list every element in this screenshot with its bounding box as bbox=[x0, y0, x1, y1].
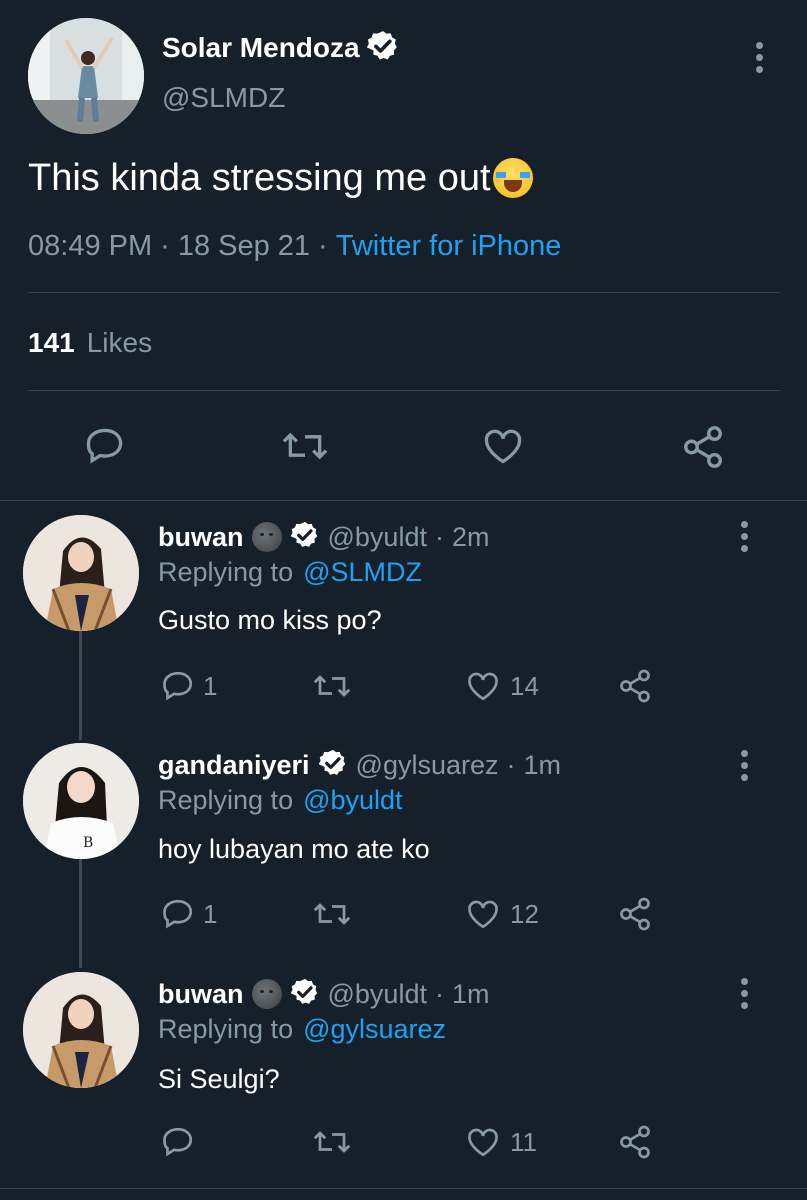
verified-badge-icon bbox=[366, 29, 400, 68]
replying-to: Replying to @gylsuarez bbox=[158, 1014, 446, 1045]
replying-to-link[interactable]: @gylsuarez bbox=[303, 1014, 446, 1045]
divider bbox=[28, 292, 780, 293]
share-icon[interactable] bbox=[617, 896, 653, 932]
meta-separator: · bbox=[318, 230, 328, 262]
reply-text: hoy lubayan mo ate ko bbox=[158, 834, 430, 864]
reply-time: 1m bbox=[451, 978, 490, 1009]
share-icon[interactable] bbox=[680, 424, 726, 470]
tweet-text-row: This kinda stressing me out bbox=[28, 154, 533, 202]
tweet-date: 18 Sep 21 bbox=[177, 230, 311, 262]
meta-separator: · bbox=[434, 978, 444, 1009]
likes-stat[interactable]: 141 Likes bbox=[28, 327, 152, 359]
like-count: 11 bbox=[510, 1127, 537, 1157]
likes-count: 141 bbox=[28, 327, 75, 358]
reply-author-name[interactable]: gandaniyeri bbox=[158, 750, 310, 781]
tweet-text: This kinda stressing me out bbox=[28, 156, 491, 199]
reply-text: Gusto mo kiss po? bbox=[158, 605, 382, 635]
tweet-meta: 08:49 PM · 18 Sep 21 · Twitter for iPhon… bbox=[28, 230, 561, 263]
reply-icon[interactable] bbox=[160, 668, 196, 704]
retweet-icon[interactable] bbox=[311, 668, 353, 704]
reply-header: buwan @byuldt · 2m bbox=[158, 517, 489, 557]
retweet-icon[interactable] bbox=[311, 896, 353, 932]
avatar-photo bbox=[23, 515, 139, 631]
reply-handle[interactable]: @byuldt bbox=[328, 979, 427, 1010]
retweet-icon[interactable] bbox=[280, 424, 330, 468]
reply-count: 1 bbox=[203, 671, 218, 701]
reply-avatar[interactable] bbox=[23, 515, 139, 631]
verified-badge-icon bbox=[318, 748, 348, 783]
more-options-icon[interactable] bbox=[756, 42, 766, 78]
meta-separator: · bbox=[160, 230, 170, 262]
share-icon[interactable] bbox=[617, 668, 653, 704]
author-name[interactable]: Solar Mendoza bbox=[162, 32, 360, 64]
reply-avatar[interactable] bbox=[23, 972, 139, 1088]
reply-author-name[interactable]: buwan bbox=[158, 522, 244, 553]
verified-badge-icon bbox=[290, 520, 320, 555]
replying-to-link[interactable]: @byuldt bbox=[303, 785, 402, 816]
thread-line bbox=[79, 630, 82, 740]
author-header[interactable]: Solar Mendoza bbox=[162, 28, 400, 68]
like-count: 14 bbox=[510, 671, 539, 701]
divider bbox=[0, 500, 807, 501]
reply-handle[interactable]: @gylsuarez bbox=[356, 750, 499, 781]
avatar-photo bbox=[28, 18, 144, 134]
loudly-crying-face-icon bbox=[492, 158, 533, 198]
like-icon[interactable] bbox=[480, 424, 526, 468]
reply-icon[interactable] bbox=[160, 1124, 196, 1160]
reply-avatar[interactable]: B bbox=[23, 743, 139, 859]
reply-header: buwan @byuldt · 1m bbox=[158, 974, 489, 1014]
new-moon-face-icon bbox=[251, 979, 282, 1009]
retweet-icon[interactable] bbox=[311, 1124, 353, 1160]
svg-text:B: B bbox=[83, 835, 93, 851]
like-icon[interactable] bbox=[465, 668, 501, 704]
verified-badge-icon bbox=[290, 977, 320, 1012]
thread-line bbox=[79, 858, 82, 968]
avatar-photo bbox=[23, 972, 139, 1088]
reply-author-name[interactable]: buwan bbox=[158, 979, 244, 1010]
author-avatar[interactable] bbox=[28, 18, 144, 134]
more-options-icon[interactable] bbox=[741, 750, 751, 786]
like-icon[interactable] bbox=[465, 1124, 501, 1160]
reply-text: Si Seulgi? bbox=[158, 1064, 280, 1094]
replying-to: Replying to @SLMDZ bbox=[158, 557, 422, 588]
meta-separator: · bbox=[506, 749, 516, 780]
divider bbox=[0, 1188, 807, 1189]
reply-icon[interactable] bbox=[82, 424, 128, 468]
more-options-icon[interactable] bbox=[741, 978, 751, 1014]
meta-separator: · bbox=[434, 521, 444, 552]
reply-time: 1m bbox=[523, 749, 562, 780]
like-icon[interactable] bbox=[465, 896, 501, 932]
replying-to: Replying to @byuldt bbox=[158, 785, 403, 816]
replying-to-label: Replying to bbox=[158, 1014, 294, 1044]
share-icon[interactable] bbox=[617, 1124, 653, 1160]
reply-header: gandaniyeri @gylsuarez · 1m bbox=[158, 745, 561, 785]
reply-icon[interactable] bbox=[160, 896, 196, 932]
new-moon-face-icon bbox=[251, 522, 282, 552]
like-count: 12 bbox=[510, 899, 539, 929]
more-options-icon[interactable] bbox=[741, 521, 751, 557]
author-handle[interactable]: @SLMDZ bbox=[162, 82, 285, 114]
reply-count: 1 bbox=[203, 899, 218, 929]
replying-to-label: Replying to bbox=[158, 557, 294, 587]
reply-handle[interactable]: @byuldt bbox=[328, 522, 427, 553]
tweet-source-link[interactable]: Twitter for iPhone bbox=[336, 230, 562, 263]
reply-time: 2m bbox=[451, 521, 490, 552]
tweet-time: 08:49 PM bbox=[28, 230, 153, 262]
likes-label: Likes bbox=[86, 327, 153, 358]
replying-to-label: Replying to bbox=[158, 785, 294, 815]
divider bbox=[28, 390, 780, 391]
replying-to-link[interactable]: @SLMDZ bbox=[303, 557, 422, 588]
avatar-photo: B bbox=[23, 743, 139, 859]
